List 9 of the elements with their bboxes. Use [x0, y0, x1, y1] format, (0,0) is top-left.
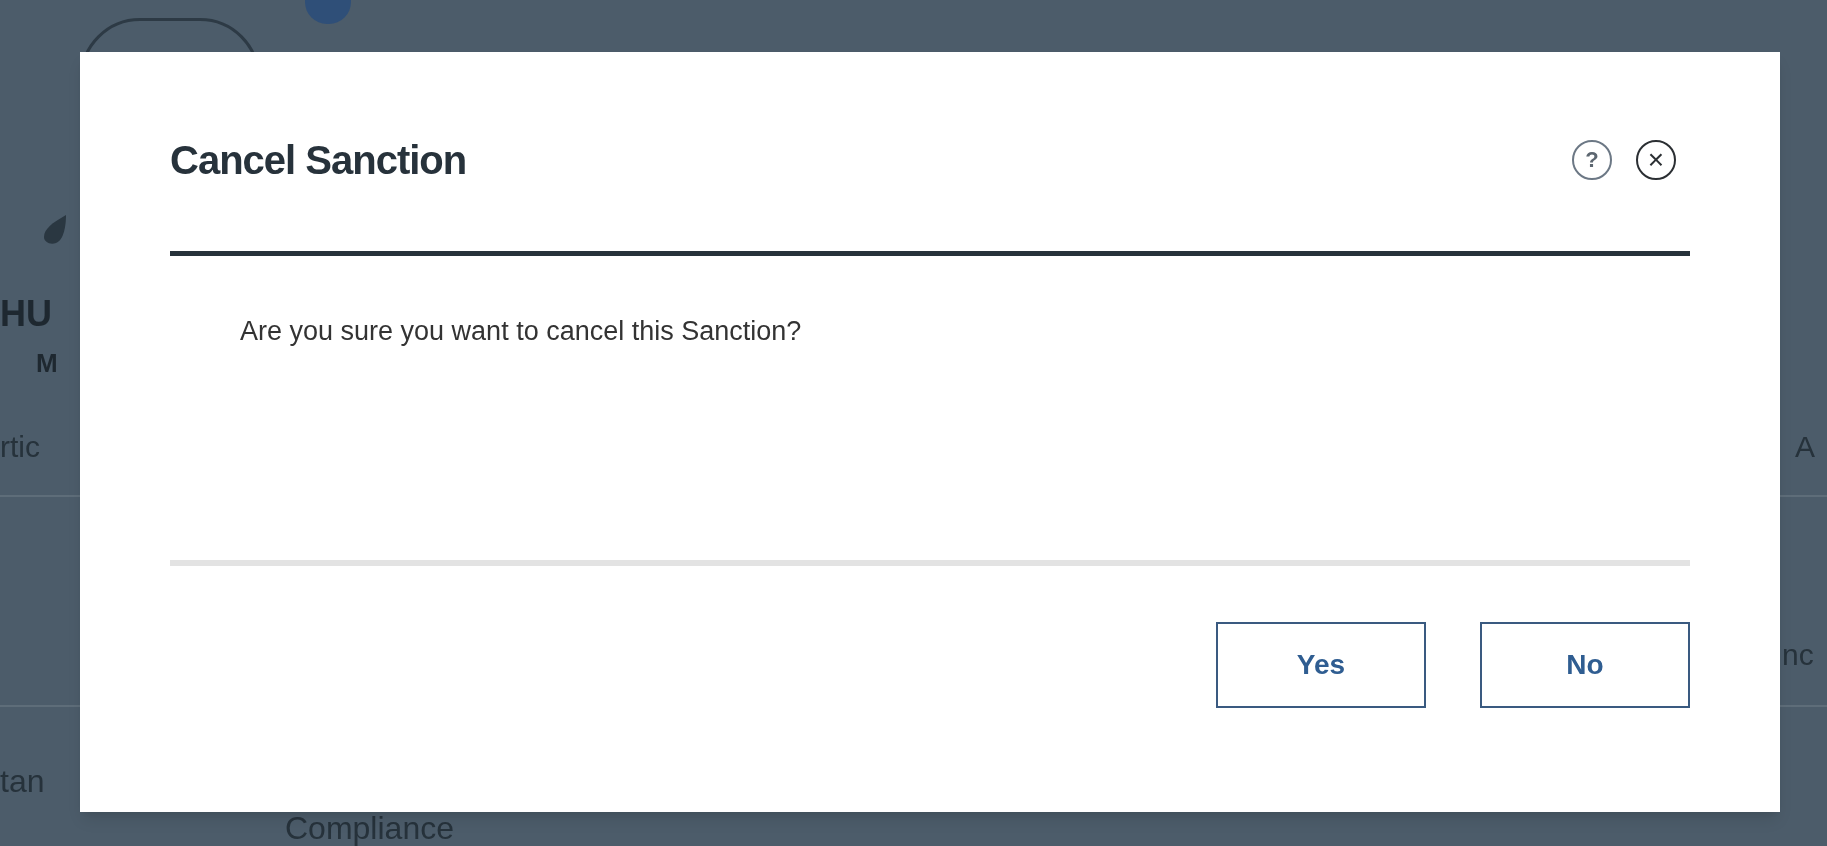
dialog-button[interactable]: Yes — [1216, 622, 1426, 708]
close-button[interactable]: × — [1636, 139, 1676, 180]
help-button[interactable]: ? — [1572, 139, 1612, 180]
background-text: HU — [0, 296, 52, 332]
drop-icon — [44, 215, 66, 245]
dialog-title: Cancel Sanction — [170, 136, 467, 184]
dialog-message: Are you sure you want to cancel this Sanction? — [240, 315, 803, 348]
dialog-button[interactable]: No — [1480, 622, 1690, 708]
background-text: M — [36, 350, 58, 376]
